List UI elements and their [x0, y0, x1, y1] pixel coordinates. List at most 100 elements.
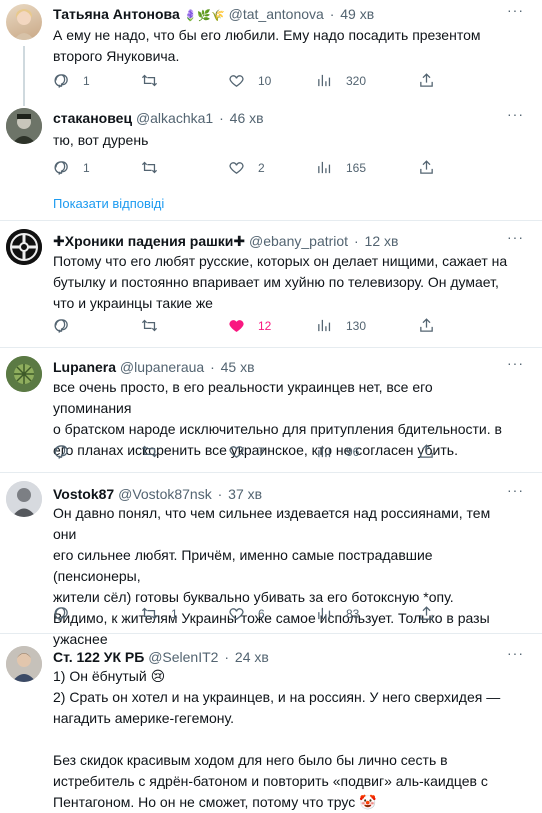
author-name[interactable]: Татьяна Антонова [53, 6, 180, 22]
tweet-text: тю, вот дурень [53, 132, 149, 148]
more-icon[interactable]: ··· [507, 229, 524, 245]
retweet-button[interactable] [141, 72, 171, 89]
retweet-icon [141, 74, 158, 87]
views-icon [318, 607, 331, 620]
retweet-icon [141, 319, 158, 332]
views-button[interactable]: 320 [316, 72, 366, 89]
share-button[interactable] [418, 317, 448, 334]
author-name[interactable]: ✚Хроники падения рашки✚ [53, 233, 245, 249]
share-button[interactable] [418, 72, 448, 89]
share-icon [420, 160, 433, 174]
tweet-time[interactable]: 12 хв [365, 233, 399, 249]
avatar[interactable] [6, 4, 42, 40]
reply-button[interactable]: 1 [53, 159, 90, 176]
avatar[interactable] [6, 229, 42, 265]
reply-icon [54, 445, 68, 460]
tweet-6[interactable]: Ст. 122 УК РБ @SelenIT2 · 24 хв ··· 1) О… [0, 634, 542, 810]
author-name[interactable]: Ст. 122 УК РБ [53, 649, 144, 665]
heart-icon [229, 162, 244, 174]
retweet-button[interactable] [141, 443, 171, 460]
more-icon[interactable]: ··· [507, 355, 524, 371]
views-button[interactable]: 130 [316, 317, 366, 334]
more-icon[interactable]: ··· [507, 645, 524, 661]
tweet-time[interactable]: 46 хв [230, 110, 264, 126]
author-handle[interactable]: @ebany_patriot [249, 233, 348, 249]
retweet-icon [141, 445, 158, 458]
share-button[interactable] [418, 605, 448, 622]
tweet-2[interactable]: стакановец @alkachka1 · 46 хв ··· тю, во… [0, 100, 542, 220]
tweet-text: Потому что его любят русские, которых он… [53, 253, 508, 311]
tweet-text: А ему не надо, что бы его любили. Ему на… [53, 27, 481, 64]
retweet-button[interactable] [141, 317, 171, 334]
avatar[interactable] [6, 108, 42, 144]
tweet-actions: 1 10 320 [53, 72, 493, 92]
share-icon [420, 606, 433, 620]
tweet-actions: 1 6 83 [53, 605, 493, 625]
heart-icon [229, 608, 244, 620]
like-button[interactable]: 10 [228, 72, 271, 89]
tweet-time[interactable]: 37 хв [228, 486, 262, 502]
tweet-actions: 7 96 [53, 443, 493, 463]
reply-icon [54, 74, 68, 89]
name-emoji: 🪻🌿🌾 [183, 10, 225, 22]
author-handle[interactable]: @alkachka1 [136, 110, 213, 126]
like-button[interactable]: 7 [228, 443, 265, 460]
tweet-time[interactable]: 24 хв [235, 649, 269, 665]
author-name[interactable]: Lupanera [53, 359, 116, 375]
author-handle[interactable]: @lupaneraua [120, 359, 204, 375]
reply-icon [54, 607, 68, 622]
retweet-icon [141, 607, 158, 620]
tweet-time[interactable]: 45 хв [221, 359, 255, 375]
tweet-actions: 1 2 165 [53, 159, 493, 179]
share-icon [420, 318, 433, 332]
tweet-actions: 12 130 [53, 317, 493, 337]
like-button[interactable]: 6 [228, 605, 265, 622]
views-icon [318, 74, 331, 87]
author-handle[interactable]: @tat_antonova [229, 6, 324, 22]
share-button[interactable] [418, 159, 448, 176]
heart-icon [229, 320, 244, 332]
reply-button[interactable] [53, 317, 83, 334]
tweet-header: стакановец @alkachka1 · 46 хв [53, 110, 264, 126]
tweet-3[interactable]: ✚Хроники падения рашки✚ @ebany_patriot ·… [0, 221, 542, 347]
retweet-button[interactable] [141, 159, 171, 176]
tweet-time[interactable]: 49 хв [340, 6, 374, 22]
heart-icon [229, 75, 244, 87]
avatar[interactable] [6, 481, 42, 517]
tweet-5[interactable]: Vostok87 @Vostok87nsk · 37 хв ··· Он дав… [0, 473, 542, 647]
tweet-4[interactable]: Lupanera @lupaneraua · 45 хв ··· все оче… [0, 348, 542, 472]
show-replies-link[interactable]: Показати відповіді [53, 196, 164, 211]
views-icon [318, 445, 331, 458]
like-button[interactable]: 2 [228, 159, 265, 176]
tweet-header: Ст. 122 УК РБ @SelenIT2 · 24 хв [53, 649, 269, 665]
views-button[interactable]: 165 [316, 159, 366, 176]
reply-icon [54, 319, 68, 334]
author-name[interactable]: Vostok87 [53, 486, 114, 502]
tweet-header: Lupanera @lupaneraua · 45 хв [53, 359, 255, 375]
share-icon [420, 444, 433, 458]
views-button[interactable]: 96 [316, 443, 359, 460]
avatar[interactable] [6, 646, 42, 682]
author-name[interactable]: стакановец [53, 110, 132, 126]
reply-button[interactable] [53, 443, 83, 460]
tweet-text: Он давно понял, что чем сильнее издевает… [53, 505, 491, 647]
retweet-button[interactable]: 1 [141, 605, 178, 622]
more-icon[interactable]: ··· [507, 2, 524, 18]
tweet-1[interactable]: Татьяна Антонова 🪻🌿🌾 @tat_antonova · 49 … [0, 0, 542, 100]
like-button[interactable]: 12 [228, 317, 271, 334]
share-button[interactable] [418, 443, 448, 460]
views-icon [318, 319, 331, 332]
tweet-header: Татьяна Антонова 🪻🌿🌾 @tat_antonova · 49 … [53, 6, 375, 22]
reply-button[interactable] [53, 605, 83, 622]
tweet-header: Vostok87 @Vostok87nsk · 37 хв [53, 486, 263, 502]
heart-icon [229, 446, 244, 458]
reply-button[interactable]: 1 [53, 72, 90, 89]
views-button[interactable]: 83 [316, 605, 359, 622]
tweet-header: ✚Хроники падения рашки✚ @ebany_patriot ·… [53, 233, 399, 249]
retweet-icon [141, 161, 158, 174]
author-handle[interactable]: @SelenIT2 [148, 649, 218, 665]
more-icon[interactable]: ··· [507, 106, 524, 122]
avatar[interactable] [6, 356, 42, 392]
author-handle[interactable]: @Vostok87nsk [118, 486, 212, 502]
more-icon[interactable]: ··· [507, 482, 524, 498]
